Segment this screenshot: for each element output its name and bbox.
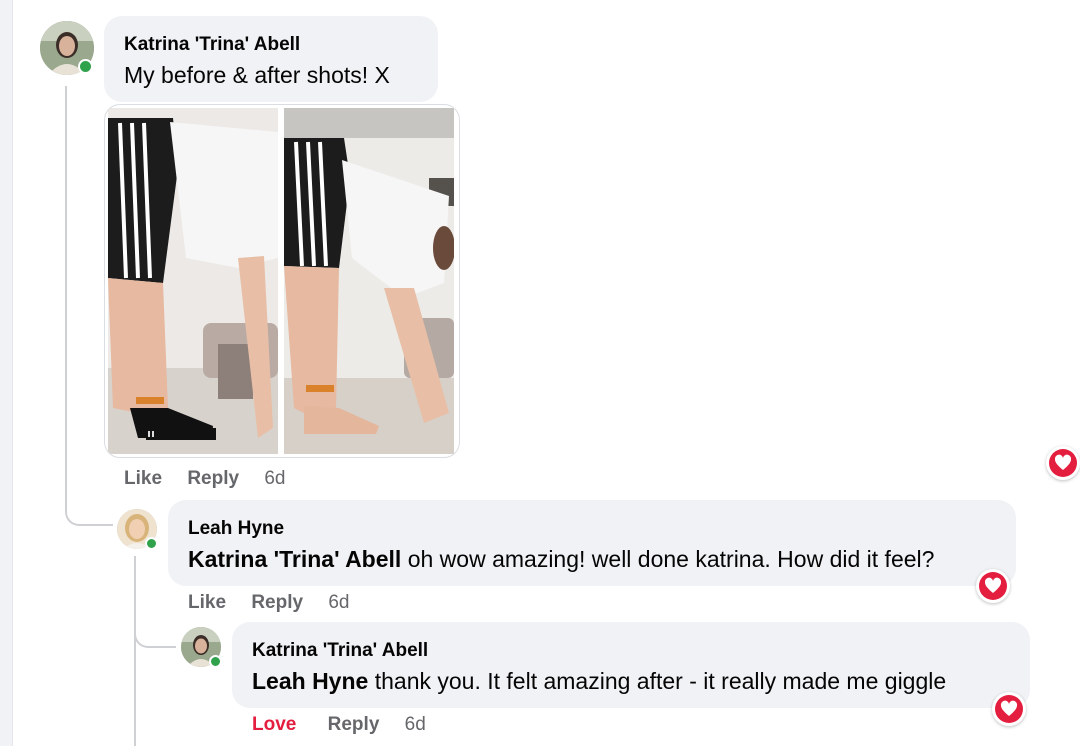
mention-link[interactable]: Leah Hyne: [252, 668, 368, 694]
comment-actions: Like Reply 6d: [124, 468, 285, 490]
comment-author[interactable]: Leah Hyne: [188, 518, 284, 540]
comment-text: Katrina 'Trina' Abell oh wow amazing! we…: [188, 546, 934, 573]
comment-time[interactable]: 6d: [264, 468, 285, 489]
like-button[interactable]: Like: [188, 592, 226, 613]
after-photo[interactable]: [284, 108, 454, 454]
heart-icon: [979, 572, 1007, 600]
comment-time[interactable]: 6d: [328, 592, 349, 613]
thread-line: [134, 556, 136, 746]
reply-button[interactable]: Reply: [187, 468, 239, 489]
mention-link[interactable]: Katrina 'Trina' Abell: [188, 546, 401, 572]
comment-bubble: Katrina 'Trina' Abell My before & after …: [104, 16, 438, 102]
comment-text: Leah Hyne thank you. It felt amazing aft…: [252, 668, 946, 695]
heart-icon: [995, 695, 1023, 723]
after-photo-image: [284, 108, 454, 454]
comment-text: My before & after shots! X: [124, 62, 390, 88]
heart-icon: [1049, 449, 1077, 477]
comment-bubble: Leah Hyne Katrina 'Trina' Abell oh wow a…: [168, 500, 1016, 586]
comment-author[interactable]: Katrina 'Trina' Abell: [252, 640, 428, 662]
comment-actions: Like Reply 6d: [188, 592, 349, 614]
online-indicator: [145, 537, 158, 550]
pause-icon[interactable]: [148, 431, 150, 437]
reply-button[interactable]: Reply: [328, 714, 380, 735]
avatar[interactable]: [40, 21, 94, 75]
avatar[interactable]: [117, 509, 158, 550]
reply-button[interactable]: Reply: [251, 592, 303, 613]
like-button[interactable]: Like: [124, 468, 162, 489]
comment-author[interactable]: Katrina 'Trina' Abell: [124, 34, 300, 56]
reaction-badge[interactable]: [1046, 446, 1080, 480]
thread-connector: [65, 484, 113, 526]
comment-bubble: Katrina 'Trina' Abell Leah Hyne thank yo…: [232, 622, 1030, 708]
comment-media[interactable]: [104, 104, 460, 458]
thread-line: [65, 86, 67, 486]
online-indicator: [209, 655, 222, 668]
thread-connector: [134, 606, 176, 648]
left-rail: [0, 0, 13, 746]
reaction-badge[interactable]: [976, 569, 1010, 603]
comment-actions: Love Reply 6d: [252, 714, 426, 736]
online-indicator: [78, 59, 93, 74]
comment-text-body: oh wow amazing! well done katrina. How d…: [401, 546, 935, 572]
before-photo[interactable]: [108, 108, 278, 454]
comment-text-body: thank you. It felt amazing after - it re…: [368, 668, 947, 694]
reaction-badge[interactable]: [992, 692, 1026, 726]
comment-time[interactable]: 6d: [405, 714, 426, 735]
avatar[interactable]: [181, 627, 222, 668]
love-button[interactable]: Love: [252, 714, 296, 735]
before-photo-image: [108, 108, 278, 454]
